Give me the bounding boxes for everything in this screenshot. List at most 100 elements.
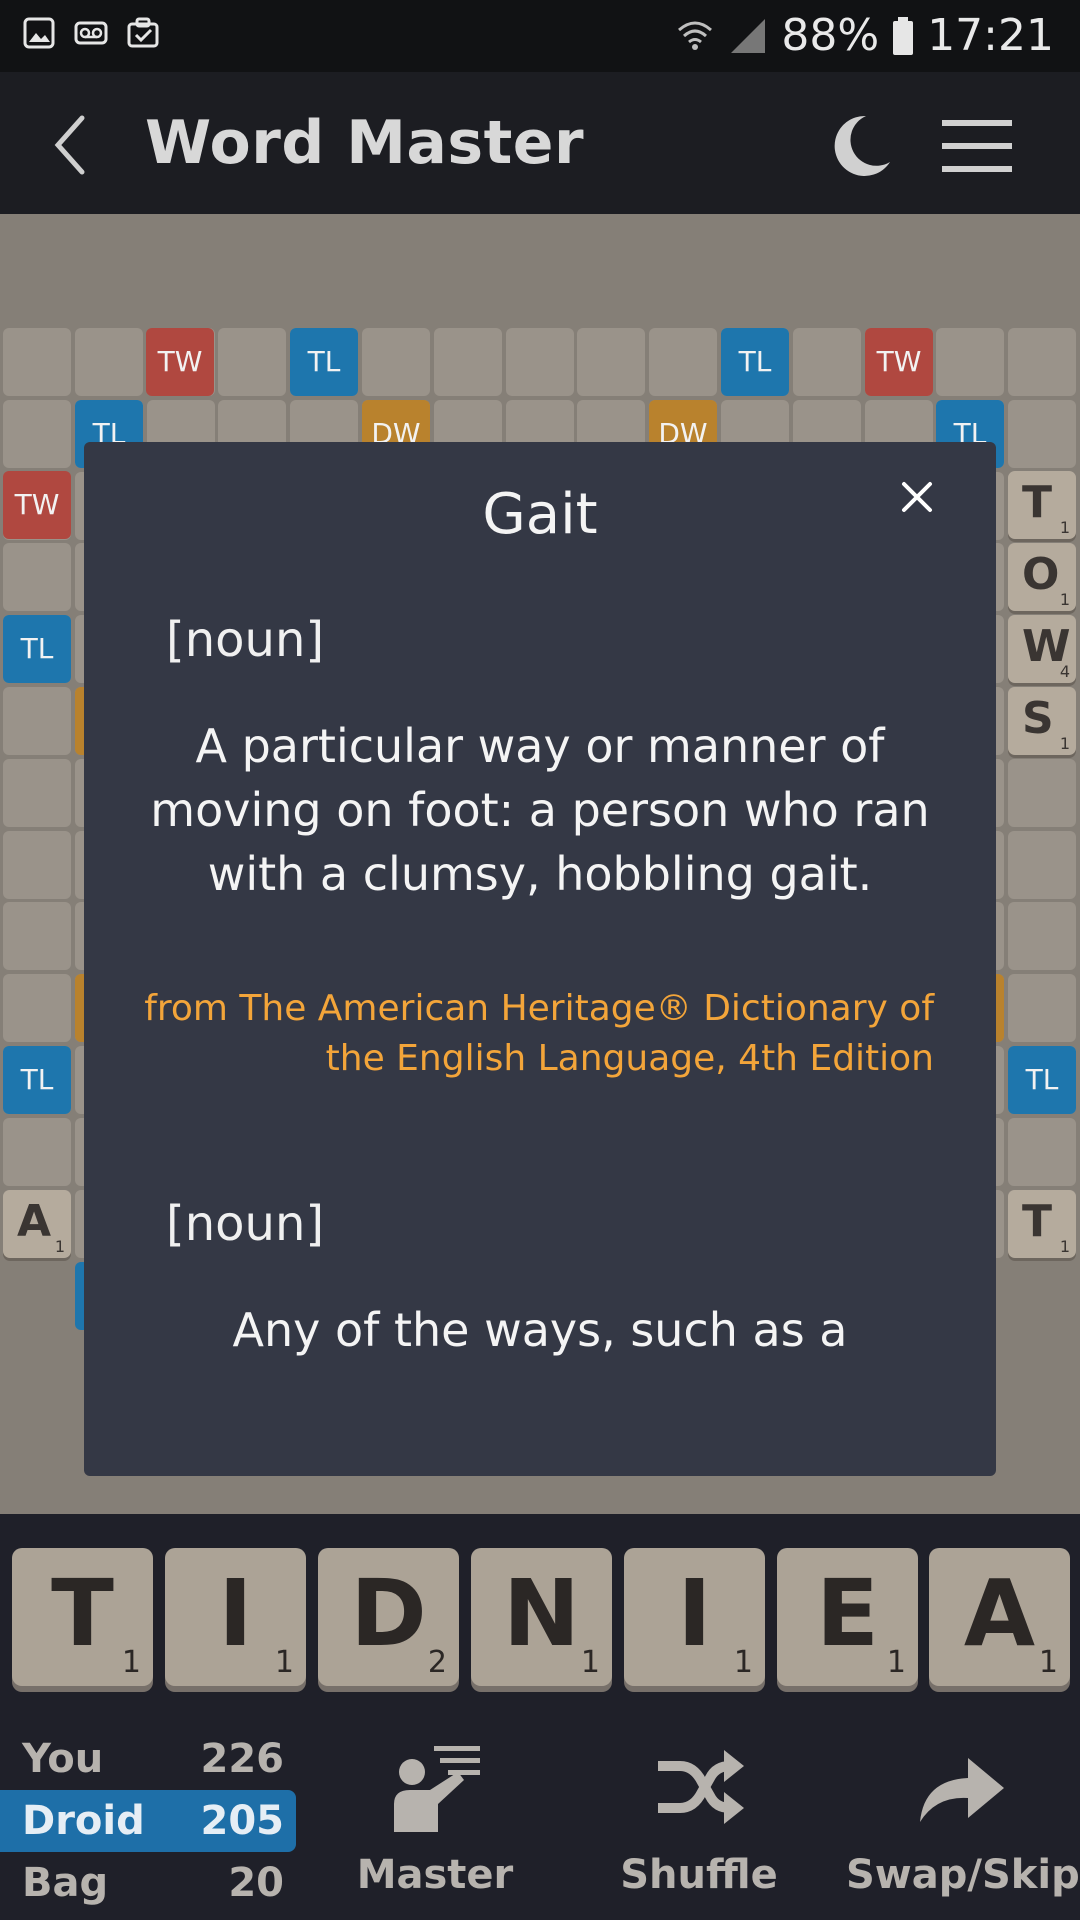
rack-tile[interactable]: D2 [318,1548,459,1686]
voicemail-icon [74,21,108,45]
board-cell[interactable] [3,830,71,899]
tile-score: 1 [733,1645,753,1680]
board-tile[interactable]: W4 [1008,615,1076,683]
board-tile[interactable]: A1 [3,1190,71,1258]
board-cell[interactable] [1008,328,1077,396]
hamburger-menu-icon[interactable] [940,114,1014,178]
board-cell[interactable] [3,687,71,755]
triple-word-square[interactable]: TW [865,328,933,396]
board-cell[interactable] [649,328,718,396]
tile-letter: O [1022,549,1060,600]
tile-score: 1 [580,1645,600,1680]
close-icon[interactable] [882,462,952,532]
board-cell[interactable] [792,328,861,396]
board-tile[interactable]: O1 [1008,543,1076,611]
triple-letter-square[interactable]: TL [3,1046,71,1114]
triple-word-square[interactable]: TW [146,328,214,396]
tile-letter: A [17,1196,52,1247]
board-cell[interactable] [936,328,1005,396]
tile-score: 1 [1059,518,1070,537]
night-mode-moon-icon[interactable] [820,108,896,184]
board-cell[interactable] [362,328,430,396]
board-tile[interactable]: S1 [1008,687,1076,755]
tile-score: 1 [1038,1645,1058,1680]
bag-count: 20 [228,1860,284,1906]
master-hint-icon [394,1746,480,1832]
board-tile[interactable]: T1 [1008,471,1076,539]
player-score: 205 [200,1798,285,1844]
board-cell[interactable] [3,758,71,827]
tile-score: 1 [121,1645,141,1680]
board-cell[interactable] [577,328,646,396]
tile-score: 1 [886,1645,906,1680]
player-name: You [22,1736,104,1782]
score-row-bag: Bag 20 [0,1852,296,1914]
score-row-you: You 226 [0,1728,296,1790]
rack-tile[interactable]: N1 [471,1548,612,1686]
master-label: Master [356,1852,514,1898]
board-cell[interactable] [74,328,143,396]
triple-letter-square[interactable]: TL [721,328,789,396]
rack-tile[interactable]: I1 [624,1548,765,1686]
page-title: Word Master [145,108,585,178]
triple-letter-square[interactable]: TL [1008,1046,1076,1114]
board-cell[interactable] [3,1117,71,1186]
board-cell[interactable] [1008,1117,1077,1186]
definition-dialog: Gait [noun] A particular way or manner o… [84,442,996,1476]
board-cell[interactable] [3,974,71,1043]
tile-letter: S [1022,693,1054,744]
definition-text: A particular way or manner of moving on … [150,719,930,901]
tile-score: 1 [54,1237,65,1256]
tile-score: 1 [1059,734,1070,753]
tile-letter: T [1022,477,1053,528]
score-row-droid: Droid 205 [0,1790,296,1852]
definition-scroll-area[interactable]: [noun] A particular way or manner of mov… [84,612,996,1402]
status-bar: 88% 17:21 [0,0,1080,72]
master-button[interactable]: Master [350,1732,520,1920]
definition-source: from The American Heritage® Dictionary o… [144,988,934,1079]
triple-letter-square[interactable]: TL [290,328,358,396]
board-cell[interactable] [505,328,574,396]
board-cell[interactable] [1008,399,1077,468]
part-of-speech: [noun] [166,1196,325,1252]
board-cell[interactable] [1008,902,1077,971]
status-right: 88% 17:21 [675,10,1054,61]
shuffle-button[interactable]: Shuffle [614,1732,784,1920]
board-tile[interactable]: T1 [1008,1190,1076,1258]
battery-icon [893,16,914,55]
part-of-speech: [noun] [166,612,325,668]
rack-tile[interactable]: A1 [929,1548,1070,1686]
triple-letter-square[interactable]: TL [3,615,71,683]
player-name: Droid [22,1798,145,1844]
board-cell[interactable] [1008,758,1077,827]
tile-score: 4 [1059,662,1070,681]
board-cell[interactable] [1008,974,1077,1043]
tile-score: 1 [1059,1237,1070,1256]
screen: 88% 17:21 Word Master TW TL TL TW TL DW … [0,0,1080,1920]
gallery-icon [23,17,55,49]
rack-tile[interactable]: T1 [12,1548,153,1686]
board-cell[interactable] [433,328,502,396]
board-cell[interactable] [3,328,71,396]
board-cell[interactable] [3,902,71,971]
board-cell[interactable] [1008,830,1077,899]
definition-text: Any of the ways, such as a [232,1303,848,1357]
bottom-bar: You 226 Droid 205 Bag 20 Master Shuffle … [0,1724,1080,1920]
board-cell[interactable] [3,399,71,468]
shuffle-label: Shuffle [620,1852,778,1898]
triple-word-square[interactable]: TW [3,471,71,539]
board-cell[interactable] [218,328,287,396]
signal-icon [731,18,766,53]
clock: 17:21 [927,10,1054,61]
board-cell[interactable] [3,543,71,612]
rack-tile[interactable]: I1 [165,1548,306,1686]
back-arrow-icon[interactable] [44,110,100,180]
battery-percent: 88% [781,10,880,61]
swap-skip-arrow-icon [920,1758,1004,1822]
tile-score: 1 [274,1645,294,1680]
tile-rack: T1 I1 D2 N1 I1 E1 A1 [0,1514,1080,1724]
swap-skip-button[interactable]: Swap/Skip [846,1732,1080,1920]
rack-tile[interactable]: E1 [777,1548,918,1686]
dialog-title: Gait [482,482,598,547]
notification-icons [22,16,160,50]
